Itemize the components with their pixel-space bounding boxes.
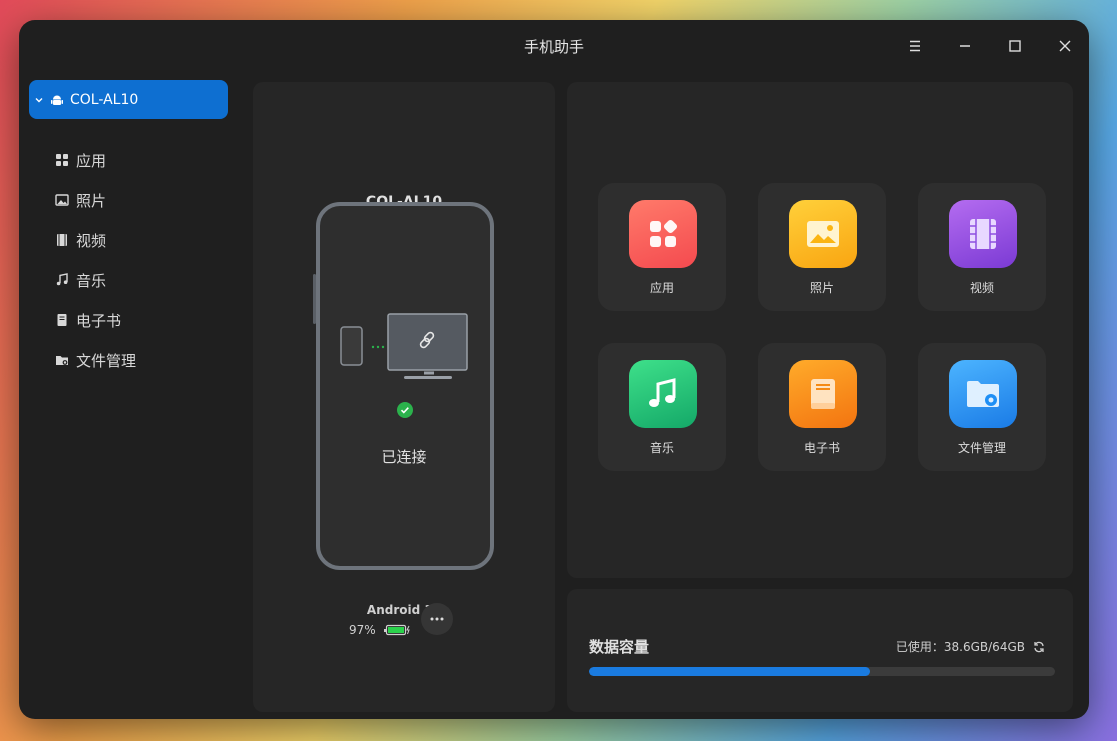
storage-panel: 数据容量 已使用：38.6GB/64GB xyxy=(567,589,1073,712)
window-title: 手机助手 xyxy=(523,38,584,56)
storage-progress-bar xyxy=(589,667,1055,676)
music-icon xyxy=(56,273,68,286)
battery-charging-icon xyxy=(383,624,410,636)
tile-label: 视频 xyxy=(969,281,994,295)
tile-icon-bg xyxy=(789,200,857,268)
storage-usage: 已使用：38.6GB/64GB xyxy=(896,638,1045,655)
battery-status: 97% xyxy=(349,623,412,637)
tile-icon-bg xyxy=(629,200,697,268)
ebook-icon xyxy=(811,379,835,409)
sidebar-item-ebooks[interactable]: 电子书 xyxy=(55,305,121,335)
phone-illustration xyxy=(316,202,494,570)
tile-label: 文件管理 xyxy=(957,441,1006,455)
sidebar: COL-AL10 应用 照片 视频 音乐 电子书 文件管理 xyxy=(19,72,237,719)
storage-progress-fill xyxy=(589,667,870,676)
sidebar-item-music[interactable]: 音乐 xyxy=(55,265,106,295)
minimize-button[interactable] xyxy=(953,34,977,58)
close-button[interactable] xyxy=(1053,34,1077,58)
check-circle-icon xyxy=(397,402,413,418)
folder-icon xyxy=(56,356,68,365)
category-grid: 应用 照片 视频 音乐 电子书 文件管理 xyxy=(567,82,1073,578)
tile-label: 电子书 xyxy=(803,441,840,455)
connection-status: 已连接 xyxy=(381,448,427,466)
sidebar-item-label: 应用 xyxy=(76,151,107,170)
tile-icon-bg xyxy=(949,360,1017,428)
maximize-icon xyxy=(1009,40,1021,52)
sidebar-item-label: 电子书 xyxy=(76,311,122,330)
sidebar-item-apps[interactable]: 应用 xyxy=(55,145,106,175)
android-version: Android 10 xyxy=(366,603,442,617)
maximize-button[interactable] xyxy=(1003,34,1027,58)
tile-videos[interactable]: 视频 xyxy=(918,183,1046,311)
sidebar-item-label: 照片 xyxy=(76,191,107,210)
photo-icon xyxy=(807,221,839,247)
apps-icon xyxy=(56,154,68,166)
tile-icon-bg xyxy=(789,360,857,428)
tile-label: 照片 xyxy=(809,281,834,295)
tile-photos[interactable]: 照片 xyxy=(758,183,886,311)
refresh-icon[interactable] xyxy=(1033,641,1045,653)
video-icon xyxy=(57,234,67,246)
device-panel: COL-AL10 已连接 Android 10 xyxy=(253,82,555,712)
sidebar-device-label: COL-AL10 xyxy=(70,91,139,108)
sidebar-item-videos[interactable]: 视频 xyxy=(55,225,106,255)
sidebar-item-files[interactable]: 文件管理 xyxy=(55,345,136,375)
tile-apps[interactable]: 应用 xyxy=(598,183,726,311)
sidebar-item-label: 视频 xyxy=(76,231,107,250)
chevron-down-icon xyxy=(35,97,43,102)
tile-label: 应用 xyxy=(649,281,674,295)
storage-title: 数据容量 xyxy=(589,638,650,656)
tile-icon-bg xyxy=(629,360,697,428)
storage-usage-text: 已使用：38.6GB/64GB xyxy=(895,640,1025,654)
music-icon xyxy=(649,378,676,407)
tile-files[interactable]: 文件管理 xyxy=(918,343,1046,471)
photo-icon xyxy=(55,194,69,206)
menu-icon xyxy=(910,40,920,52)
sidebar-item-label: 音乐 xyxy=(76,271,107,290)
close-icon xyxy=(1059,40,1071,52)
more-horizontal-icon xyxy=(430,617,444,621)
title-bar: 手机助手 xyxy=(19,20,1089,72)
more-options-button[interactable] xyxy=(421,603,453,635)
tile-ebooks[interactable]: 电子书 xyxy=(758,343,886,471)
app-window: 手机助手 COL-AL10 应用 照片 视频 音乐 电子书 文件管理 已连接 A… xyxy=(19,20,1089,719)
menu-button[interactable] xyxy=(903,34,927,58)
folder-icon xyxy=(967,381,999,407)
android-icon xyxy=(51,95,63,105)
video-icon xyxy=(970,219,996,249)
tile-icon-bg xyxy=(949,200,1017,268)
sidebar-item-label: 文件管理 xyxy=(76,351,137,370)
battery-level: 97% xyxy=(349,623,376,637)
sidebar-item-photos[interactable]: 照片 xyxy=(55,185,106,215)
ebook-icon xyxy=(57,314,67,326)
tile-music[interactable]: 音乐 xyxy=(598,343,726,471)
tile-label: 音乐 xyxy=(649,441,674,455)
connection-illustration xyxy=(340,313,468,379)
sidebar-device-item[interactable]: COL-AL10 xyxy=(29,80,228,119)
apps-icon xyxy=(650,219,678,247)
minimize-icon xyxy=(960,45,970,47)
